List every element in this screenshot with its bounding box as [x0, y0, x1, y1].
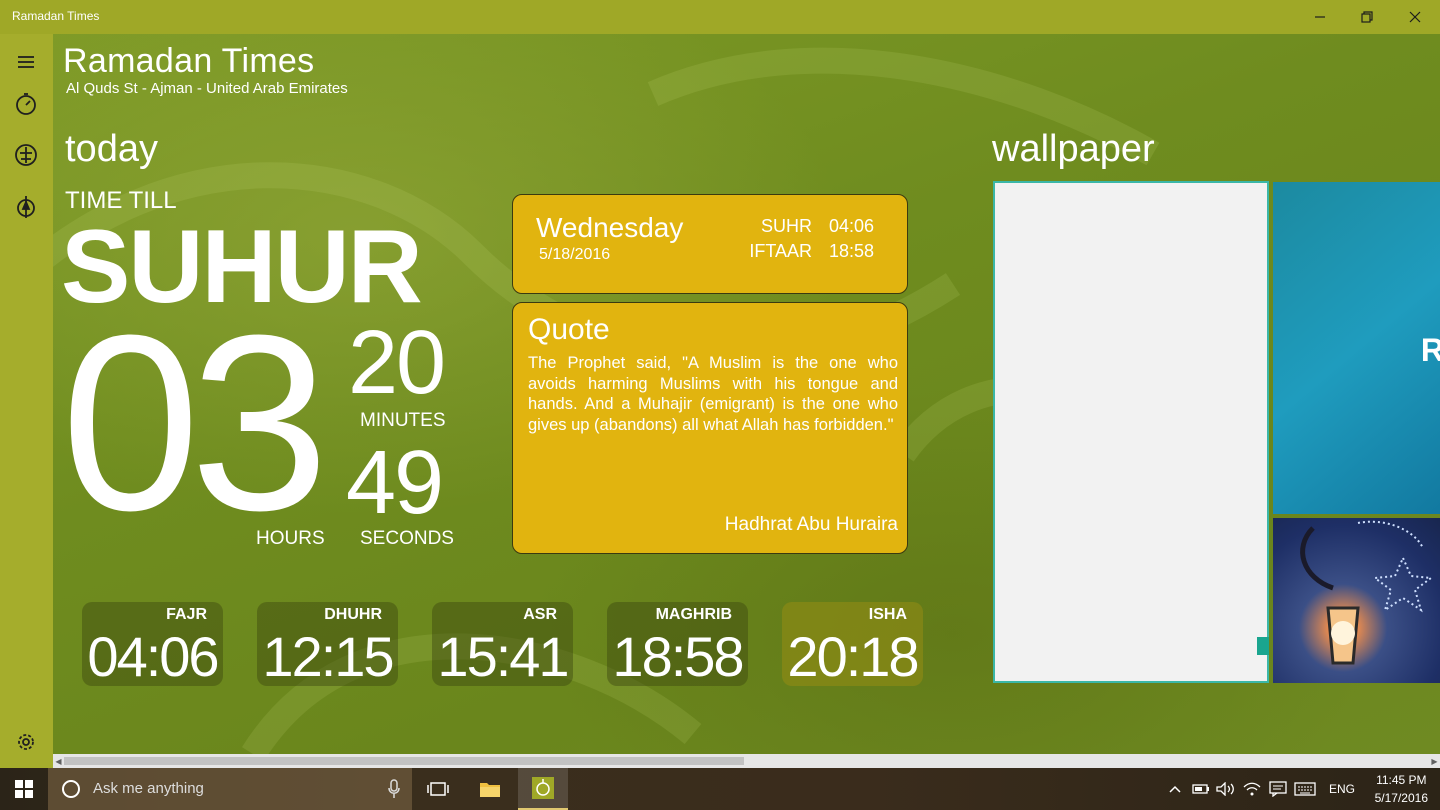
prayer-name: ASR	[523, 606, 557, 623]
search-placeholder: Ask me anything	[93, 780, 204, 797]
weekday-label: Wednesday	[536, 212, 684, 243]
lantern-icon	[15, 144, 37, 166]
quote-author: Hadhrat Abu Huraira	[724, 514, 898, 535]
scrollbar-thumb[interactable]	[64, 757, 744, 765]
prayer-name: DHUHR	[324, 606, 382, 623]
horizontal-scrollbar[interactable]: ◀ ▶	[53, 754, 1440, 768]
window-title: Ramadan Times	[12, 9, 100, 23]
prayer-time: 04:06	[87, 625, 219, 688]
quote-card: Quote The Prophet said, "A Muslim is the…	[512, 302, 908, 554]
restore-icon	[1361, 11, 1373, 23]
app-title: Ramadan Times	[63, 42, 315, 80]
nav-qibla-button[interactable]	[13, 194, 39, 220]
lantern-image	[1300, 520, 1434, 665]
close-icon	[1409, 11, 1421, 23]
touch-keyboard-button[interactable]	[1292, 768, 1318, 810]
notification-icon	[1269, 781, 1287, 797]
taskbar: Ask me anything ENG 11:45 PM 5/17/2016	[0, 768, 1440, 810]
prayer-tile-asr: ASR 15:41	[432, 602, 573, 688]
date-label: 5/18/2016	[539, 246, 611, 263]
scroll-right-arrow-icon[interactable]: ▶	[1429, 754, 1440, 768]
location-label: Al Quds St - Ajman - United Arab Emirate…	[66, 80, 348, 97]
hamburger-icon	[18, 56, 34, 68]
countdown-hours: 03	[61, 283, 329, 562]
wallpaper-tile-plain[interactable]	[993, 181, 1269, 683]
restore-button[interactable]	[1344, 0, 1390, 34]
minimize-icon	[1315, 16, 1325, 18]
taskbar-clock[interactable]: 11:45 PM 5/17/2016	[1375, 771, 1428, 807]
stopwatch-icon	[16, 93, 36, 115]
quote-text: The Prophet said, "A Muslim is the one w…	[528, 354, 898, 434]
wallpaper-tile-lantern[interactable]	[1273, 518, 1440, 683]
scroll-left-arrow-icon[interactable]: ◀	[53, 754, 64, 768]
minimize-button[interactable]	[1297, 0, 1343, 34]
ramadan-app-icon	[532, 777, 554, 799]
input-language-button[interactable]: ENG	[1322, 768, 1362, 810]
network-button[interactable]	[1240, 768, 1264, 810]
title-bar: Ramadan Times	[0, 0, 1440, 34]
suhr-time: 04:06	[828, 216, 874, 236]
cortana-icon	[62, 780, 80, 798]
microphone-icon[interactable]	[388, 779, 400, 799]
suhr-label: SUHR	[760, 216, 812, 236]
wifi-icon	[1243, 782, 1261, 796]
compass-icon	[17, 196, 35, 218]
prayer-time: 15:41	[437, 625, 569, 688]
seconds-label: SECONDS	[360, 528, 454, 549]
countdown-minutes: 20	[348, 313, 446, 413]
task-view-icon	[427, 782, 449, 796]
start-button[interactable]	[0, 768, 48, 810]
selection-indicator	[1257, 637, 1269, 655]
chevron-up-icon	[1169, 785, 1181, 793]
hamburger-menu-button[interactable]	[13, 49, 39, 75]
prayer-time: 18:58	[612, 625, 744, 688]
show-hidden-icons-button[interactable]	[1166, 768, 1184, 810]
iftaar-label: IFTAAR	[749, 241, 812, 261]
battery-icon	[1192, 784, 1209, 794]
windows-logo-icon	[15, 780, 33, 798]
prayer-tile-fajr: FAJR 04:06	[82, 602, 223, 688]
quote-title: Quote	[528, 313, 610, 346]
navigation-rail	[0, 34, 53, 768]
prayer-time: 12:15	[262, 625, 394, 688]
gear-icon	[18, 734, 34, 750]
prayer-tile-isha: ISHA 20:18	[782, 602, 923, 688]
action-center-button[interactable]	[1266, 768, 1290, 810]
prayer-name: MAGHRIB	[655, 606, 732, 623]
file-explorer-button[interactable]	[465, 768, 515, 810]
battery-button[interactable]	[1190, 768, 1212, 810]
keyboard-icon	[1294, 782, 1316, 796]
countdown-seconds: 49	[346, 433, 444, 533]
prayer-name: ISHA	[868, 606, 907, 623]
speaker-icon	[1216, 782, 1234, 796]
ramadan-times-taskbar-button[interactable]	[518, 768, 568, 810]
clock-date: 5/17/2016	[1374, 791, 1428, 805]
main-content: Ramadan Times Al Quds St - Ajman - Unite…	[53, 34, 1440, 754]
cortana-search-box[interactable]: Ask me anything	[48, 768, 412, 810]
volume-button[interactable]	[1214, 768, 1238, 810]
minutes-label: MINUTES	[360, 410, 446, 431]
folder-icon	[480, 783, 500, 797]
today-heading: today	[65, 128, 158, 170]
prayer-tile-dhuhr: DHUHR 12:15	[257, 602, 398, 688]
nav-calendar-button[interactable]	[13, 142, 39, 168]
clock-time: 11:45 PM	[1376, 773, 1427, 787]
hours-label: HOURS	[256, 528, 325, 549]
prayer-name: FAJR	[166, 606, 207, 623]
task-view-button[interactable]	[413, 768, 463, 810]
nav-timer-button[interactable]	[13, 91, 39, 117]
iftaar-time: 18:58	[828, 241, 874, 261]
prayer-time: 20:18	[787, 625, 919, 688]
wallpaper-tile-letter: R	[1420, 332, 1440, 368]
day-summary-card: Wednesday 5/18/2016 SUHR 04:06 IFTAAR 18…	[512, 194, 908, 294]
wallpaper-heading: wallpaper	[992, 128, 1155, 170]
close-button[interactable]	[1392, 0, 1438, 34]
prayer-tile-maghrib: MAGHRIB 18:58	[607, 602, 748, 688]
settings-button[interactable]	[13, 729, 39, 755]
wallpaper-tile-blue[interactable]: R	[1273, 182, 1440, 514]
